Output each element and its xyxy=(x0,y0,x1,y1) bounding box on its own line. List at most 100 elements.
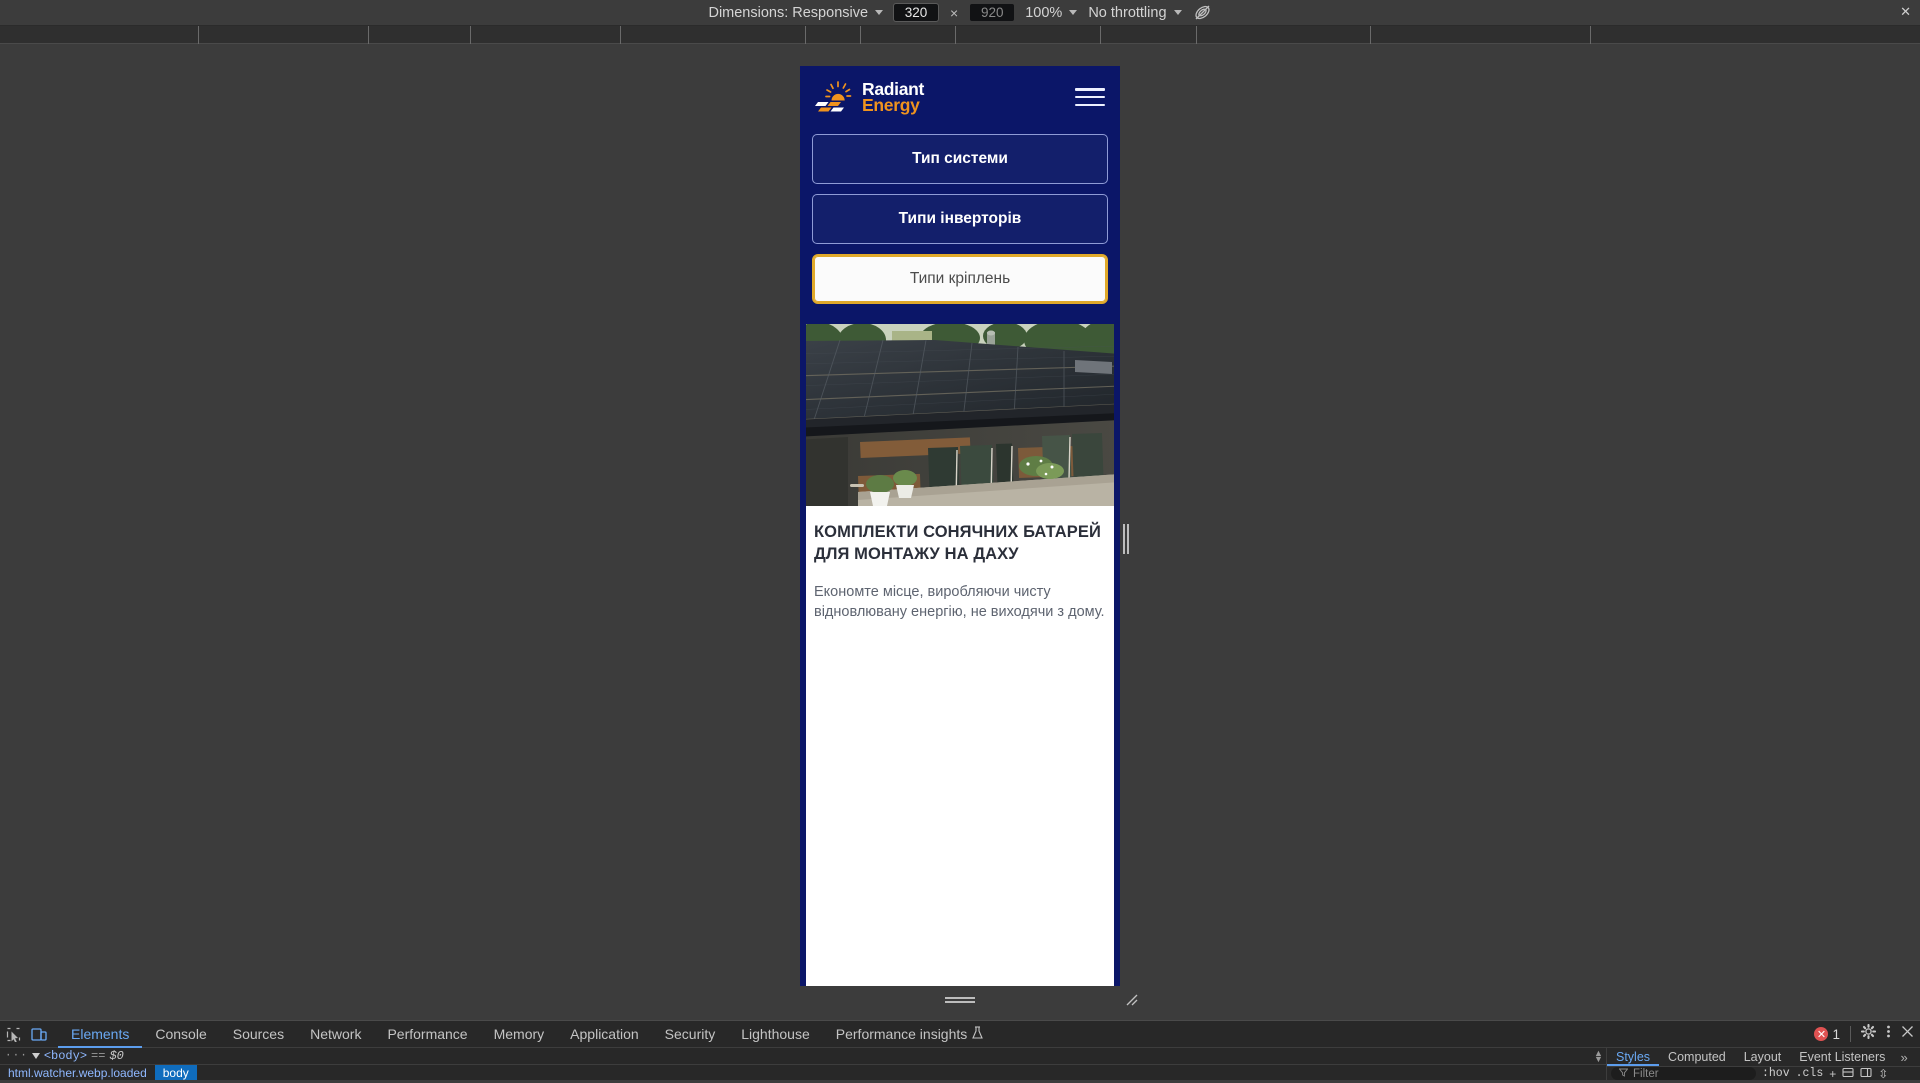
hero-image-house-with-solar-panels xyxy=(800,324,1120,506)
dom-tag-name: <body> xyxy=(43,1049,88,1063)
page-subtitle: Економте місце, виробляючи чисту відновл… xyxy=(814,583,1105,621)
emulated-viewport-area: Radiant Energy Тип системи Типи інвертор… xyxy=(0,44,1920,1020)
error-count: 1 xyxy=(1832,1026,1840,1042)
website-page: Radiant Energy Тип системи Типи інвертор… xyxy=(800,66,1120,986)
chevron-down-icon xyxy=(1173,10,1182,15)
devtools-tab-list: Elements Console Sources Network Perform… xyxy=(58,1021,996,1048)
device-toolbar-icon[interactable] xyxy=(26,1021,52,1047)
page-title: КОМПЛЕКТИ СОНЯЧНИХ БАТАРЕЙ ДЛЯ МОНТАЖУ Н… xyxy=(814,523,1101,563)
ruler-tick xyxy=(368,26,369,44)
toggle-element-classes-button[interactable]: .cls xyxy=(1796,1067,1824,1080)
devtools-body: ··· <body> == $0 ▲ ▼ html.watcher.webp.lo… xyxy=(0,1048,1920,1081)
tab-event-listeners[interactable]: Event Listeners xyxy=(1790,1048,1894,1066)
page-right-edge xyxy=(1114,66,1120,986)
error-count-badge[interactable]: ✕ 1 xyxy=(1814,1027,1840,1042)
tab-elements[interactable]: Elements xyxy=(58,1021,142,1048)
close-device-toolbar-button[interactable]: ✕ xyxy=(1900,5,1911,19)
divider xyxy=(1850,1026,1851,1042)
kebab-menu-icon[interactable] xyxy=(1886,1024,1891,1044)
styles-scroll-stepper[interactable]: ⇳ xyxy=(1878,1067,1888,1081)
nav-button-inverter-types[interactable]: Типи інверторів xyxy=(812,194,1108,244)
tab-sources[interactable]: Sources xyxy=(220,1021,297,1048)
tab-security[interactable]: Security xyxy=(652,1021,729,1048)
ruler-tick xyxy=(1370,26,1371,44)
devtools-tabbar-actions: ✕ 1 xyxy=(1814,1021,1914,1048)
toggle-pseudo-states-button[interactable]: :hov xyxy=(1762,1067,1790,1080)
media-query-ruler xyxy=(0,26,1920,44)
sun-solar-panel-icon xyxy=(815,80,855,114)
hero-text-block: КОМПЛЕКТИ СОНЯЧНИХ БАТАРЕЙ ДЛЯ МОНТАЖУ Н… xyxy=(800,506,1120,630)
tab-styles[interactable]: Styles xyxy=(1607,1048,1659,1066)
dimensions-label: Dimensions: Responsive xyxy=(708,4,869,21)
dimension-separator: × xyxy=(950,4,959,21)
error-icon: ✕ xyxy=(1814,1027,1829,1041)
funnel-icon xyxy=(1618,1068,1629,1080)
ruler-tick xyxy=(1196,26,1197,44)
site-logo[interactable]: Radiant Energy xyxy=(815,80,924,114)
dom-equals: == xyxy=(91,1049,106,1063)
tab-performance-insights[interactable]: Performance insights xyxy=(823,1021,997,1048)
logo-line-2: Energy xyxy=(862,95,920,115)
ruler-tick xyxy=(955,26,956,44)
styles-filter-placeholder: Filter xyxy=(1633,1067,1659,1080)
chevron-down-icon xyxy=(875,10,884,15)
ruler-tick xyxy=(860,26,861,44)
dimensions-dropdown[interactable]: Dimensions: Responsive xyxy=(708,4,884,21)
styles-filter-row: Filter :hov .cls + ⇳ xyxy=(1607,1066,1920,1081)
hamburger-menu-icon[interactable] xyxy=(1075,86,1105,108)
ruler-tick xyxy=(1100,26,1101,44)
devtools-panel: Elements Console Sources Network Perform… xyxy=(0,1020,1920,1081)
viewport-height-input[interactable]: 920 xyxy=(970,4,1015,21)
throttling-value: No throttling xyxy=(1088,4,1167,21)
throttling-dropdown[interactable]: No throttling xyxy=(1088,4,1182,21)
logo-wordmark: Radiant Energy xyxy=(862,80,924,115)
ruler-tick xyxy=(620,26,621,44)
tab-performance[interactable]: Performance xyxy=(374,1021,480,1048)
zoom-dropdown[interactable]: 100% xyxy=(1025,4,1078,21)
ruler-tick xyxy=(805,26,806,44)
nav-button-system-type[interactable]: Тип системи xyxy=(812,134,1108,184)
dom-ellipsis: ··· xyxy=(5,1050,28,1062)
breadcrumb-item-html[interactable]: html.watcher.webp.loaded xyxy=(0,1065,155,1080)
breadcrumb-item-body[interactable]: body xyxy=(154,1065,197,1080)
viewport-height-resize-handle[interactable] xyxy=(945,996,975,1003)
nav-button-mounting-types[interactable]: Типи кріплень xyxy=(812,254,1108,304)
viewport-width-input[interactable]: 320 xyxy=(893,3,940,22)
dom-tree-pane: ··· <body> == $0 ▲ ▼ html.watcher.webp.lo… xyxy=(0,1048,1607,1080)
expand-arrow-icon[interactable] xyxy=(31,1053,40,1059)
page-left-edge xyxy=(800,66,806,986)
chevron-down-icon xyxy=(1069,10,1078,15)
ruler-tick xyxy=(1590,26,1591,44)
more-tabs-icon[interactable]: » xyxy=(1894,1050,1913,1065)
tab-memory[interactable]: Memory xyxy=(481,1021,558,1048)
styles-sidebar-pane: Styles Computed Layout Event Listeners »… xyxy=(1607,1048,1920,1081)
viewport-corner-resize-handle[interactable] xyxy=(1126,993,1138,1006)
gear-icon[interactable] xyxy=(1860,1023,1877,1044)
styles-tab-list: Styles Computed Layout Event Listeners » xyxy=(1607,1048,1920,1066)
styles-filter-input[interactable]: Filter xyxy=(1611,1067,1756,1080)
devtools-tabbar: Elements Console Sources Network Perform… xyxy=(0,1021,1920,1048)
tab-application[interactable]: Application xyxy=(557,1021,652,1048)
tab-console[interactable]: Console xyxy=(142,1021,219,1048)
tab-performance-insights-label: Performance insights xyxy=(835,1025,968,1042)
no-throttling-icon[interactable] xyxy=(1193,3,1212,22)
viewport-width-resize-handle[interactable] xyxy=(1122,524,1129,554)
flask-icon xyxy=(972,1021,984,1048)
new-style-rule-icon[interactable]: + xyxy=(1829,1067,1836,1081)
tab-network[interactable]: Network xyxy=(297,1021,374,1048)
ruler-tick xyxy=(470,26,471,44)
dom-tree-row-body[interactable]: ··· <body> == $0 xyxy=(0,1048,1606,1064)
tab-computed[interactable]: Computed xyxy=(1659,1048,1735,1066)
close-icon[interactable] xyxy=(1901,1025,1914,1043)
device-emulation-toolbar: Dimensions: Responsive 320 × 920 100% No… xyxy=(0,0,1920,26)
zoom-value: 100% xyxy=(1025,4,1063,21)
tab-lighthouse[interactable]: Lighthouse xyxy=(728,1021,823,1048)
breadcrumb: html.watcher.webp.loaded body xyxy=(0,1064,1606,1080)
inspect-element-icon[interactable] xyxy=(0,1021,26,1047)
dom-scrollbar[interactable]: ▲ ▼ xyxy=(1594,1049,1603,1064)
tab-layout[interactable]: Layout xyxy=(1735,1048,1791,1066)
site-header: Radiant Energy xyxy=(800,66,1120,128)
dom-selection-ref: $0 xyxy=(109,1049,124,1063)
nav-button-group: Тип системи Типи інверторів Типи кріплен… xyxy=(800,128,1120,324)
ruler-tick xyxy=(198,26,199,44)
